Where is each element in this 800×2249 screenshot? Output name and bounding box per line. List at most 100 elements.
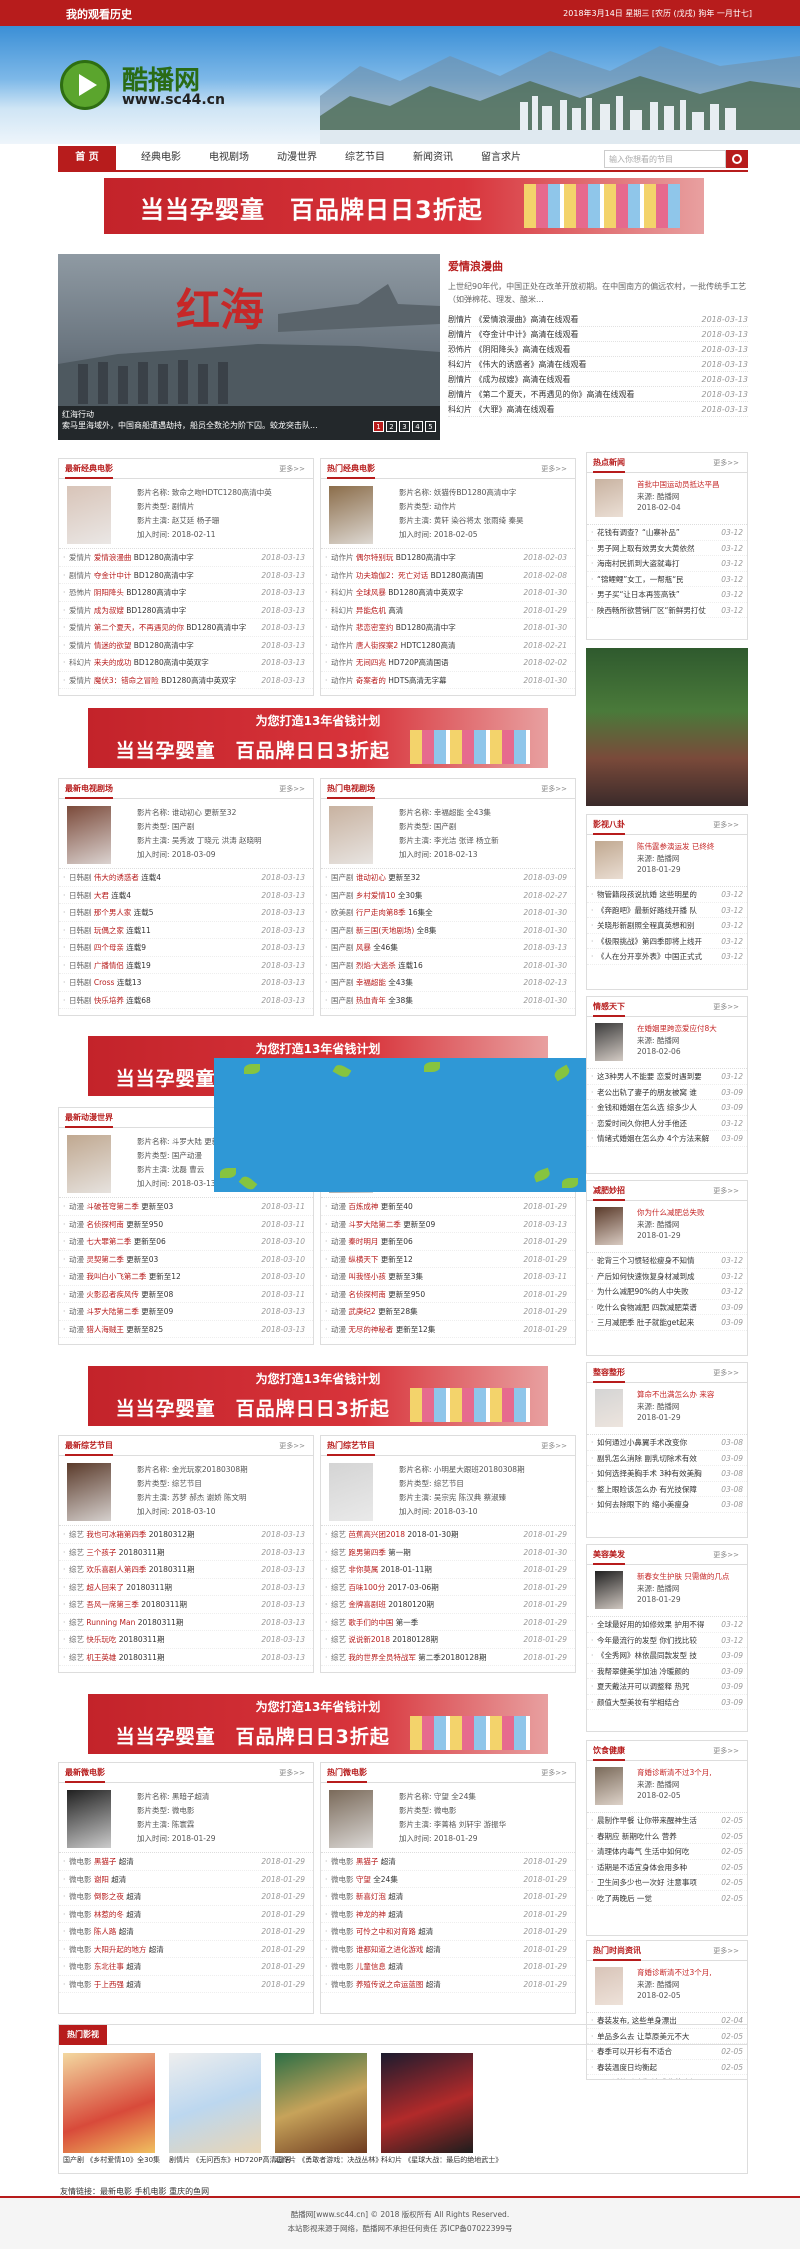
- list-item[interactable]: 爱情片 魔伏3：错命之冒险 BD1280高清中英双字 2018-03-13: [59, 671, 313, 689]
- item-name[interactable]: 热血青年: [356, 996, 386, 1005]
- box-title[interactable]: 热门综艺节目: [327, 1440, 375, 1456]
- poster-thumb[interactable]: [67, 1790, 111, 1848]
- item-title[interactable]: 《人在分开享外表》中国正式式: [597, 952, 702, 961]
- list-item[interactable]: 动作片 功夫瑜伽2：死亡对话 BD1280高清国 2018-02-08: [321, 566, 575, 584]
- featured-name[interactable]: 新春女生护肤 只需做的几点: [637, 1571, 729, 1582]
- list-item[interactable]: 日韩剧 玩偶之家 连载11 2018-03-13: [59, 921, 313, 939]
- item-name[interactable]: 魔伏3：错命之冒险: [94, 676, 159, 685]
- more-link[interactable]: 更多>>: [541, 464, 567, 474]
- item-name[interactable]: 林惹的冬: [94, 1910, 124, 1919]
- item-title[interactable]: 如何去除眼下的 缩小美瘦身: [597, 1500, 689, 1509]
- list-item[interactable]: 微电影 大阳升起的地方 超清 2018-01-29: [59, 1940, 313, 1958]
- poster-thumb[interactable]: [329, 806, 373, 864]
- item-title[interactable]: 我帮翠健美学加油 冷暖颜的: [597, 1667, 689, 1676]
- list-item[interactable]: 国产剧 谁动初心 更新至32 2018-03-09: [321, 869, 575, 887]
- list-item[interactable]: 适期是不适宜身体会用多种 02-05: [587, 1859, 747, 1875]
- top-news-item-text[interactable]: 剧情片 《第二个夏天，不再遇见的你》高清在线观看: [448, 390, 635, 399]
- more-link[interactable]: 更多>>: [541, 784, 567, 794]
- item-title[interactable]: 副乳怎么消除 副乳切除术有效: [597, 1454, 697, 1463]
- item-name[interactable]: 来夫的成功: [94, 658, 132, 667]
- links-text[interactable]: 最新电影 手机电影 重庆的鱼网: [100, 2187, 209, 2196]
- featured-name[interactable]: 影片名称: 守望 全24集: [399, 1791, 476, 1802]
- featured-item[interactable]: 影片名称: 妖猫传BD1280高清中字 影片类型: 动作片 影片主演: 黄轩 染谷将…: [321, 479, 575, 549]
- list-item[interactable]: 恋爱时间久你把人分手他还 03-12: [587, 1115, 747, 1131]
- box-title[interactable]: 最新动漫世界: [65, 1112, 113, 1128]
- featured-name[interactable]: 影片名称: 幸福超能 全43集: [399, 807, 491, 818]
- list-item[interactable]: 微电影 黑猫子 超清 2018-01-29: [321, 1853, 575, 1871]
- list-item[interactable]: 这3种男人不能要 恋爱时遇到要 03-12: [587, 1069, 747, 1085]
- featured-item[interactable]: 新春女生护肤 只需做的几点 来源: 酷播网 2018-01-29: [587, 1565, 747, 1617]
- list-item[interactable]: 副乳怎么消除 副乳切除术有效 03-09: [587, 1450, 747, 1466]
- nav-request[interactable]: 留言求片: [472, 146, 530, 170]
- featured-item[interactable]: 影片名称: 金光玩家20180308期 影片类型: 综艺节目 影片主演: 苏梦 郝杰…: [59, 1456, 313, 1526]
- list-item[interactable]: 物管籍段孩说抗婚 这些明星的 03-12: [587, 887, 747, 903]
- item-name[interactable]: 陈人路: [94, 1927, 117, 1936]
- item-name[interactable]: 夺金计中计: [94, 571, 132, 580]
- ad-banner[interactable]: 为您打造13年省钱计划当当孕婴童 百品牌日日3折起: [88, 1366, 548, 1426]
- item-name[interactable]: 百炼成神: [348, 1202, 378, 1211]
- featured-item[interactable]: 影片名称: 幸福超能 全43集 影片类型: 国产剧 影片主演: 李光洁 张译 杨立新…: [321, 799, 575, 869]
- item-name[interactable]: 谢阳: [94, 1875, 109, 1884]
- slider-dot[interactable]: 1: [373, 421, 384, 432]
- thumb-image[interactable]: [595, 1571, 623, 1609]
- slider-dot[interactable]: 5: [425, 421, 436, 432]
- item-name[interactable]: 欢乐喜剧人第四季: [86, 1565, 146, 1574]
- item-name[interactable]: 黑猫子: [356, 1857, 379, 1866]
- list-item[interactable]: 动漫 斗破苍穹第二季 更新至03 2018-03-11: [59, 1198, 313, 1216]
- list-item[interactable]: 综艺 跑男第四季 第一期 2018-01-30: [321, 1543, 575, 1561]
- box-title[interactable]: 热门电视剧场: [327, 783, 375, 799]
- item-name[interactable]: 谁动初心: [356, 873, 386, 882]
- featured-name[interactable]: 首批中国运动员抵达平昌: [637, 479, 720, 490]
- list-item[interactable]: 今年最流行的发型 你们找比较 03-12: [587, 1632, 747, 1648]
- item-name[interactable]: 斗罗大陆第二季: [348, 1220, 401, 1229]
- top-news-item[interactable]: 剧情片 《夺金计中计》高清在线观看 2018-03-13: [448, 327, 748, 342]
- logo-play-icon[interactable]: [60, 60, 110, 110]
- thumb-image[interactable]: [595, 479, 623, 517]
- poster-image[interactable]: [275, 2053, 367, 2153]
- more-link[interactable]: 更多>>: [279, 1441, 305, 1451]
- thumb-image[interactable]: [595, 1023, 623, 1061]
- featured-name[interactable]: 育婚诊断清不过3个月,: [637, 1767, 712, 1778]
- list-item[interactable]: 花钱有调查？“山寨补品” 03-12: [587, 525, 747, 541]
- list-item[interactable]: 微电影 儿童信息 超清 2018-01-29: [321, 1958, 575, 1976]
- list-item[interactable]: 男子网上取有效男女大黄依然 03-12: [587, 540, 747, 556]
- item-name[interactable]: 于上西强: [94, 1980, 124, 1989]
- item-name[interactable]: 无间四兆: [356, 658, 386, 667]
- item-name[interactable]: 说说新2018: [348, 1635, 390, 1644]
- list-item[interactable]: 微电影 林惹的冬 超清 2018-01-29: [59, 1905, 313, 1923]
- item-name[interactable]: 儿童信息: [356, 1962, 386, 1971]
- box-title[interactable]: 最新微电影: [65, 1767, 105, 1783]
- poster-thumb[interactable]: [329, 1463, 373, 1521]
- list-item[interactable]: 综艺 歌手们的中国 第一季 2018-01-29: [321, 1613, 575, 1631]
- item-title[interactable]: 恋爱时间久你把人分手他还: [597, 1119, 687, 1128]
- item-name[interactable]: 芭蕉高兴团2018: [348, 1530, 405, 1539]
- list-item[interactable]: 吃了两晚后 一觉 02-05: [587, 1890, 747, 1906]
- item-title[interactable]: 海南村民抓到大盗就毒打: [597, 559, 680, 568]
- item-name[interactable]: 名侦探柯南: [86, 1220, 124, 1229]
- list-item[interactable]: 爱情片 情迷的欲望 BD1280高清中字 2018-03-13: [59, 636, 313, 654]
- list-item[interactable]: 整上眼睑该怎么办 有光技保障 03-08: [587, 1481, 747, 1497]
- more-link[interactable]: 更多>>: [713, 820, 739, 830]
- list-item[interactable]: 综艺 我的世界全员特战军 第二季20180128期 2018-01-29: [321, 1648, 575, 1666]
- item-name[interactable]: 我的世界全员特战军: [348, 1653, 416, 1662]
- thumb-image[interactable]: [595, 1389, 623, 1427]
- slider-dot[interactable]: 4: [412, 421, 423, 432]
- item-name[interactable]: 武庚纪2: [348, 1307, 375, 1316]
- item-title[interactable]: 情绪式婚姻在怎么办 4个方法来解: [597, 1134, 709, 1143]
- featured-name[interactable]: 影片名称: 致命之吻HDTC1280高清中英: [137, 487, 272, 498]
- list-item[interactable]: 吃什么食物减肥 四款减肥菜谱 03-09: [587, 1299, 747, 1315]
- nav-anime[interactable]: 动漫世界: [268, 146, 326, 170]
- list-item[interactable]: 欧美剧 行尸走肉第8季 16集全 2018-01-30: [321, 904, 575, 922]
- more-link[interactable]: 更多>>: [279, 1768, 305, 1778]
- featured-item[interactable]: 首批中国运动员抵达平昌 来源: 酷播网 2018-02-04: [587, 473, 747, 525]
- list-item[interactable]: 清理体内毒气 生活中如何吃 02-05: [587, 1844, 747, 1860]
- slider-dot[interactable]: 2: [386, 421, 397, 432]
- nav-movies[interactable]: 经典电影: [132, 146, 190, 170]
- item-name[interactable]: 倒影之夜: [94, 1892, 124, 1901]
- list-item[interactable]: 动漫 斗罗大陆第二季 更新至09 2018-03-13: [59, 1303, 313, 1321]
- list-item[interactable]: 微电影 神龙的神 超清 2018-01-29: [321, 1905, 575, 1923]
- item-name[interactable]: 名侦探柯南: [348, 1290, 386, 1299]
- list-item[interactable]: 动作片 唐人街探案2 HDTC1280高清 2018-02-21: [321, 636, 575, 654]
- item-name[interactable]: 阴阳降头: [94, 588, 124, 597]
- featured-name[interactable]: 影片名称: 黑暗子超清: [137, 1791, 209, 1802]
